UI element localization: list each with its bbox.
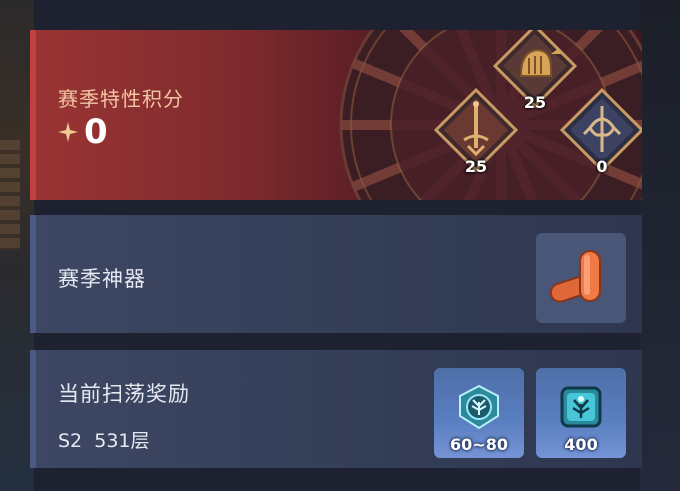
sweep-reward-title: 当前扫荡奖励: [58, 382, 190, 406]
reward-slot-emblem[interactable]: 60~80: [434, 368, 524, 458]
season-points-title: 赛季特性积分: [58, 87, 184, 111]
bullets-icon: [549, 250, 601, 303]
season-artifact-panel[interactable]: 赛季神器: [30, 215, 642, 333]
crystal-tree-icon: [560, 386, 602, 428]
trait-staff-count: 0: [596, 157, 608, 176]
trait-staff[interactable]: 0: [559, 87, 642, 176]
artifact-item-slot[interactable]: [536, 233, 626, 323]
reward-crystal-count: 400: [564, 435, 598, 454]
reward-emblem-count: 60~80: [450, 435, 508, 454]
background-right: [640, 0, 680, 491]
season-points-panel: 赛季特性积分 0 25 25 0: [30, 30, 642, 200]
season-points-value: 0: [84, 112, 108, 152]
reward-slot-crystal[interactable]: 400: [536, 368, 626, 458]
sweep-progress-text: S2 531层: [58, 430, 150, 452]
tree-emblem-icon: [459, 384, 499, 430]
trait-sword-count: 25: [464, 157, 488, 176]
season-points-row: 0: [58, 112, 108, 152]
sparkle-icon: [58, 122, 78, 142]
sweep-reward-panel: 当前扫荡奖励 S2 531层 60~80 400: [30, 350, 642, 468]
trait-sword[interactable]: 25: [433, 87, 519, 176]
background-left: [0, 0, 34, 491]
season-artifact-title: 赛季神器: [58, 267, 146, 291]
